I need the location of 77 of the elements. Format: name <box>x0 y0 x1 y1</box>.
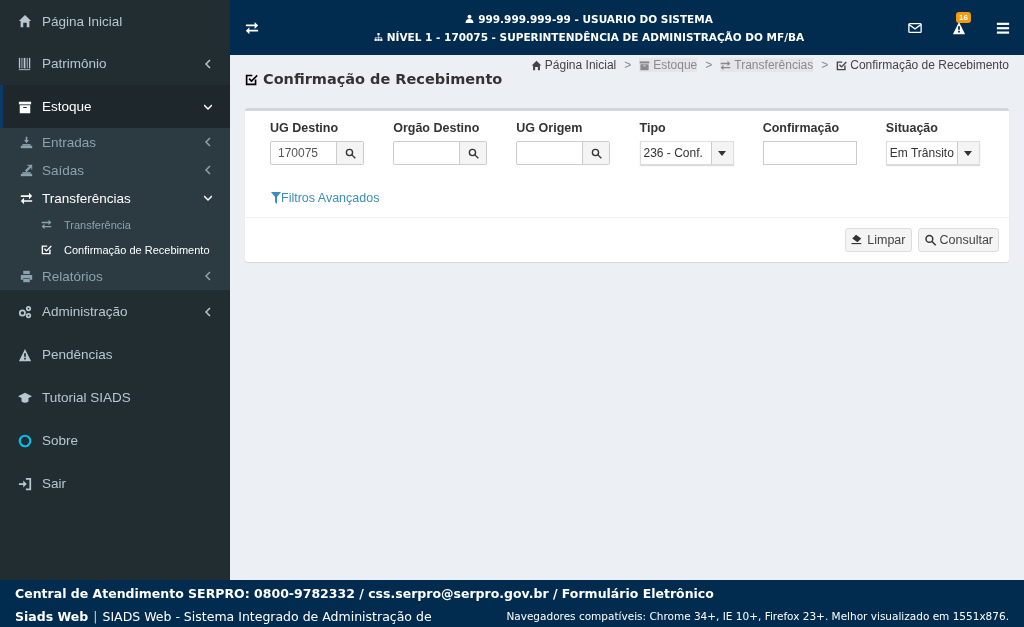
breadcrumb-link[interactable]: Página Inicial <box>530 58 617 72</box>
tray-arrow-icon <box>20 163 33 177</box>
system-name: SIADS Web - Sistema Integrado de Administração de <box>102 608 432 624</box>
lookup-field[interactable]: 170075 <box>270 141 364 165</box>
sidebar-item[interactable]: Estoque <box>0 85 230 128</box>
field-label: Orgão Destino <box>393 121 481 135</box>
archive-box-icon <box>18 99 32 114</box>
search-icon <box>590 147 602 159</box>
checkbox-icon <box>836 59 848 71</box>
sign-in-icon <box>18 476 32 491</box>
printer-icon <box>20 269 33 283</box>
unit-name: NÍVEL 1 - 170075 - SUPERINTENDÊNCIA DE ADMINISTRAÇÃO DO MF/BA <box>386 30 805 43</box>
alert-count-badge: 16 <box>956 11 971 23</box>
dropdown[interactable]: Em Trânsito <box>885 141 980 165</box>
archive-box-icon <box>639 59 651 71</box>
search-icon <box>923 234 937 246</box>
sidebar-item[interactable]: Página Inicial <box>0 0 230 42</box>
sidebar-toggle-icon[interactable] <box>244 20 260 35</box>
search-icon <box>344 147 356 159</box>
breadcrumb-link: Estoque <box>639 58 698 72</box>
breadcrumb-separator: > <box>705 58 713 72</box>
user-name: 999.999.999-99 - USUARIO DO SISTEMA <box>478 12 713 25</box>
filter-icon <box>271 192 281 204</box>
breadcrumb-separator: > <box>624 58 632 72</box>
sidebar-item[interactable]: Patrimônio <box>0 42 230 85</box>
field-label: Situação <box>885 121 939 135</box>
hierarchy-icon <box>373 31 383 42</box>
field-label: Tipo <box>639 121 667 135</box>
circle-icon <box>18 433 32 448</box>
warning-icon <box>18 347 32 362</box>
checkbox-icon <box>41 244 52 255</box>
lookup-field[interactable] <box>516 141 611 165</box>
submenu-item[interactable]: Relatórios <box>0 262 230 290</box>
advanced-filters-link[interactable]: Filtros Avançados <box>271 191 380 205</box>
submenu-item[interactable]: Transferência <box>0 212 230 237</box>
swap-arrows-icon <box>720 59 732 71</box>
tray-arrow-icon <box>20 135 33 149</box>
alerts-icon[interactable] <box>952 20 966 35</box>
submenu-item[interactable]: Confirmação de Recebimento <box>0 237 230 262</box>
input-field[interactable] <box>762 141 857 165</box>
field-label: Confirmação <box>762 121 841 135</box>
submenu-item[interactable]: Transferências <box>0 184 230 212</box>
field-label: UG Destino <box>270 121 340 135</box>
field-label: UG Origem <box>516 121 584 135</box>
messages-icon[interactable] <box>908 20 922 35</box>
breadcrumb-separator: > <box>821 58 829 72</box>
home-icon <box>530 59 542 71</box>
swap-arrows-icon <box>41 219 52 230</box>
swap-arrows-icon <box>20 191 33 205</box>
page-title: Confirmação de Recebimento <box>263 71 503 87</box>
caret-icon <box>718 150 726 156</box>
separator-text: | <box>93 608 98 624</box>
home-icon <box>18 14 32 28</box>
sidebar-item[interactable]: Sair <box>0 462 230 505</box>
menu-icon[interactable] <box>996 20 1010 35</box>
checkbox-icon <box>245 72 258 86</box>
graduation-cap-icon <box>18 390 32 405</box>
user-icon <box>465 13 475 24</box>
barcode-icon <box>18 56 32 71</box>
search-button[interactable]: Consultar <box>917 228 999 252</box>
sidebar-item[interactable]: Administração <box>0 290 230 333</box>
search-icon <box>467 147 479 159</box>
breadcrumb-link: Transferências <box>720 58 814 72</box>
lookup-field[interactable] <box>393 141 488 165</box>
brand-name: Siads Web <box>15 608 89 624</box>
gears-icon <box>18 304 32 319</box>
submenu-item[interactable]: Saídas <box>0 156 230 184</box>
contact-info: Central de Atendimento SERPRO: 0800-9782332 / css.serpro@serpro.gov.br / Formulário Eletrônico <box>15 585 715 603</box>
browser-note: Navegadores compatíveis: Chrome 34+, IE 10+, Firefox 23+. Melhor visualizado em 1551x876. <box>506 610 1009 623</box>
submenu-item[interactable]: Entradas <box>0 128 230 156</box>
sidebar-item[interactable]: Sobre <box>0 419 230 462</box>
dropdown[interactable]: 236 - Conf. <box>639 141 734 165</box>
sidebar-item[interactable]: Pendências <box>0 333 230 376</box>
sidebar-item[interactable]: Tutorial SIADS <box>0 376 230 419</box>
clear-button[interactable]: Limpar <box>845 228 912 252</box>
caret-icon <box>964 150 973 156</box>
breadcrumb-link[interactable]: Confirmação de Recebimento <box>836 58 1009 72</box>
